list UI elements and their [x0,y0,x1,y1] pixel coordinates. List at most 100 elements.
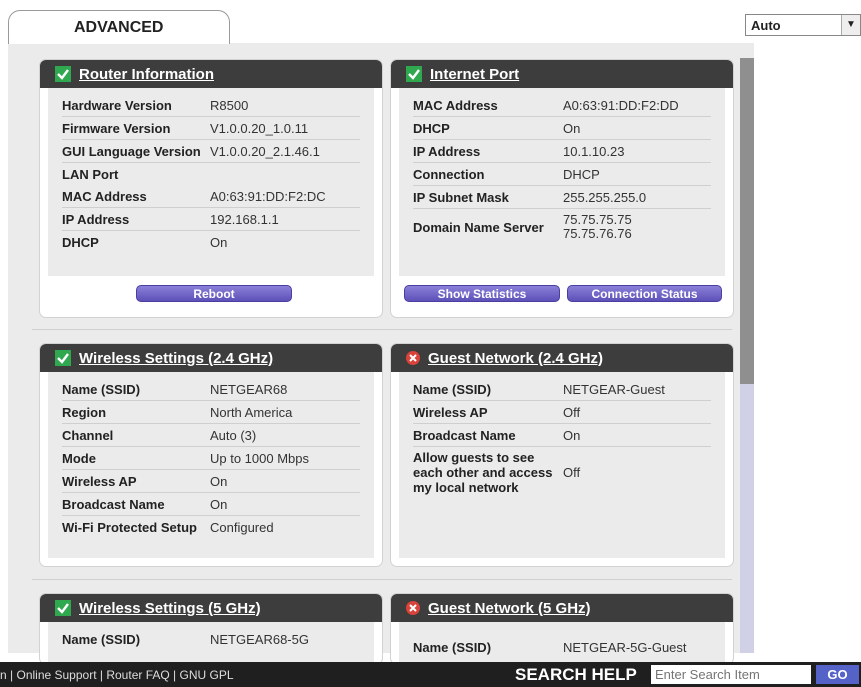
info-row: Firmware Version V1.0.0.20_1.0.11 [62,117,360,140]
dns-primary: 75.75.75.75 [563,212,632,227]
row-value: 10.1.10.23 [563,143,625,159]
row-label: Name (SSID) [62,381,141,397]
check-icon [55,66,71,82]
row-value: On [210,473,228,489]
row-value: A0:63:91:DD:F2:DD [563,97,679,113]
error-icon [406,351,420,365]
row-label: Name (SSID) [413,639,492,655]
wireless-settings-5-link[interactable]: Wireless Settings (5 GHz) [79,600,261,617]
row-label: DHCP [62,234,99,250]
wireless-settings-24-panel: Wireless Settings (2.4 GHz) Name (SSID) N… [40,344,382,566]
row-label-line: Allow guests to see [413,450,535,465]
divider [32,329,732,330]
check-icon [406,66,422,82]
info-row: Region North America [62,401,360,424]
panel-body: MAC Address A0:63:91:DD:F2:DD DHCP On IP A… [399,88,725,276]
row-label: Region [62,404,107,420]
tab-advanced-label: ADVANCED [74,19,164,36]
internet-port-panel: Internet Port MAC Address A0:63:91:DD:F2:… [391,60,733,317]
row-value: V1.0.0.20_1.0.11 [210,120,309,136]
info-row: GUI Language Version V1.0.0.20_2.1.46.1 [62,140,360,163]
row-label: Mode [62,450,96,466]
info-row: IP Address 10.1.10.23 [413,140,711,163]
chevron-down-icon[interactable]: ▼ [841,15,860,35]
row-label: Connection [413,166,485,182]
row-value: Off [563,465,581,480]
info-row: Name (SSID) NETGEAR-Guest [413,378,711,401]
guest-network-24-panel: Guest Network (2.4 GHz) Name (SSID) NETGE… [391,344,733,566]
info-row: Hardware Version R8500 [62,94,360,117]
info-row: Connection DHCP [413,163,711,186]
language-select-value: Auto [751,18,781,33]
panel-body: Hardware Version R8500 Firmware Version V1… [48,88,374,276]
connection-status-button[interactable]: Connection Status [567,285,722,302]
row-value: North America [210,404,293,420]
panel-header: Guest Network (2.4 GHz) [391,344,733,372]
info-row: Mode Up to 1000 Mbps [62,447,360,470]
dns-secondary: 75.75.76.76 [563,226,632,241]
row-value: NETGEAR-Guest [563,381,665,397]
row-value: NETGEAR68 [210,381,288,397]
panel-header: Wireless Settings (5 GHz) [40,594,382,622]
row-label: Broadcast Name [62,496,165,512]
search-input[interactable] [651,665,811,684]
check-icon [55,600,71,616]
info-row: MAC Address A0:63:91:DD:F2:DD [413,94,711,117]
panel-body: Name (SSID) NETGEAR-Guest Wireless AP Off … [399,372,725,558]
info-row: Name (SSID) NETGEAR68-5G [62,628,360,650]
info-row: Domain Name Server 75.75.75.75 75.75.76.76 [413,209,711,245]
search-help-label: SEARCH HELP [515,665,637,684]
row-label: Hardware Version [62,97,172,113]
reboot-button[interactable]: Reboot [136,285,292,302]
show-statistics-button[interactable]: Show Statistics [404,285,560,302]
internet-port-link[interactable]: Internet Port [430,66,519,83]
row-value: On [563,120,581,136]
row-label-line: each other and access [413,465,553,480]
row-label: Wireless AP [413,404,488,420]
info-row: Wi-Fi Protected Setup Configured [62,516,360,538]
footer-bar: n | Online Support | Router FAQ | GNU GP… [0,662,861,687]
divider [32,579,732,580]
row-label-line: my local network [413,480,519,495]
row-value: On [210,234,228,250]
router-information-link[interactable]: Router Information [79,66,214,83]
wireless-settings-24-link[interactable]: Wireless Settings (2.4 GHz) [79,350,273,367]
footer-link-router-faq[interactable]: Router FAQ [106,668,169,682]
info-row: DHCP On [413,117,711,140]
info-row: Name (SSID) NETGEAR68 [62,378,360,401]
panel-header: Wireless Settings (2.4 GHz) [40,344,382,372]
info-row: DHCP On [62,231,360,253]
info-row: Wireless AP Off [413,401,711,424]
info-row: Wireless AP On [62,470,360,493]
info-row: IP Address 192.168.1.1 [62,208,360,231]
row-label: Firmware Version [62,120,171,136]
info-row: Broadcast Name On [413,424,711,447]
guest-network-5-link[interactable]: Guest Network (5 GHz) [428,600,591,617]
row-label: Domain Name Server [413,219,544,235]
info-row: Name (SSID) NETGEAR-5G-Guest [413,636,711,658]
row-value: 192.168.1.1 [210,211,279,227]
language-select[interactable]: Auto ▼ [745,14,861,36]
row-value: R8500 [210,97,249,113]
row-value: V1.0.0.20_2.1.46.1 [210,143,320,159]
row-label: IP Address [413,143,481,159]
row-value: A0:63:91:DD:F2:DC [210,188,326,204]
row-value: On [563,427,581,443]
footer-link-online-support[interactable]: Online Support [16,668,96,682]
footer-link-gnu-gpl[interactable]: GNU GPL [180,668,234,682]
row-value: Up to 1000 Mbps [210,450,310,466]
row-label: MAC Address [62,188,147,204]
wireless-settings-5-panel: Wireless Settings (5 GHz) Name (SSID) NET… [40,594,382,664]
row-value: Off [563,404,581,420]
row-value: Auto (3) [210,427,257,443]
guest-network-5-panel: Guest Network (5 GHz) Name (SSID) NETGEAR… [391,594,733,664]
error-icon [406,601,420,615]
router-information-panel: Router Information Hardware Version R8500… [40,60,382,317]
scrollbar-thumb[interactable] [740,58,754,384]
tab-advanced[interactable]: ADVANCED [8,10,230,44]
row-label: IP Subnet Mask [413,189,509,205]
row-label: Channel [62,427,114,443]
go-button[interactable]: GO [816,665,859,684]
guest-network-24-link[interactable]: Guest Network (2.4 GHz) [428,350,603,367]
footer-link-partial[interactable]: n [0,668,7,682]
